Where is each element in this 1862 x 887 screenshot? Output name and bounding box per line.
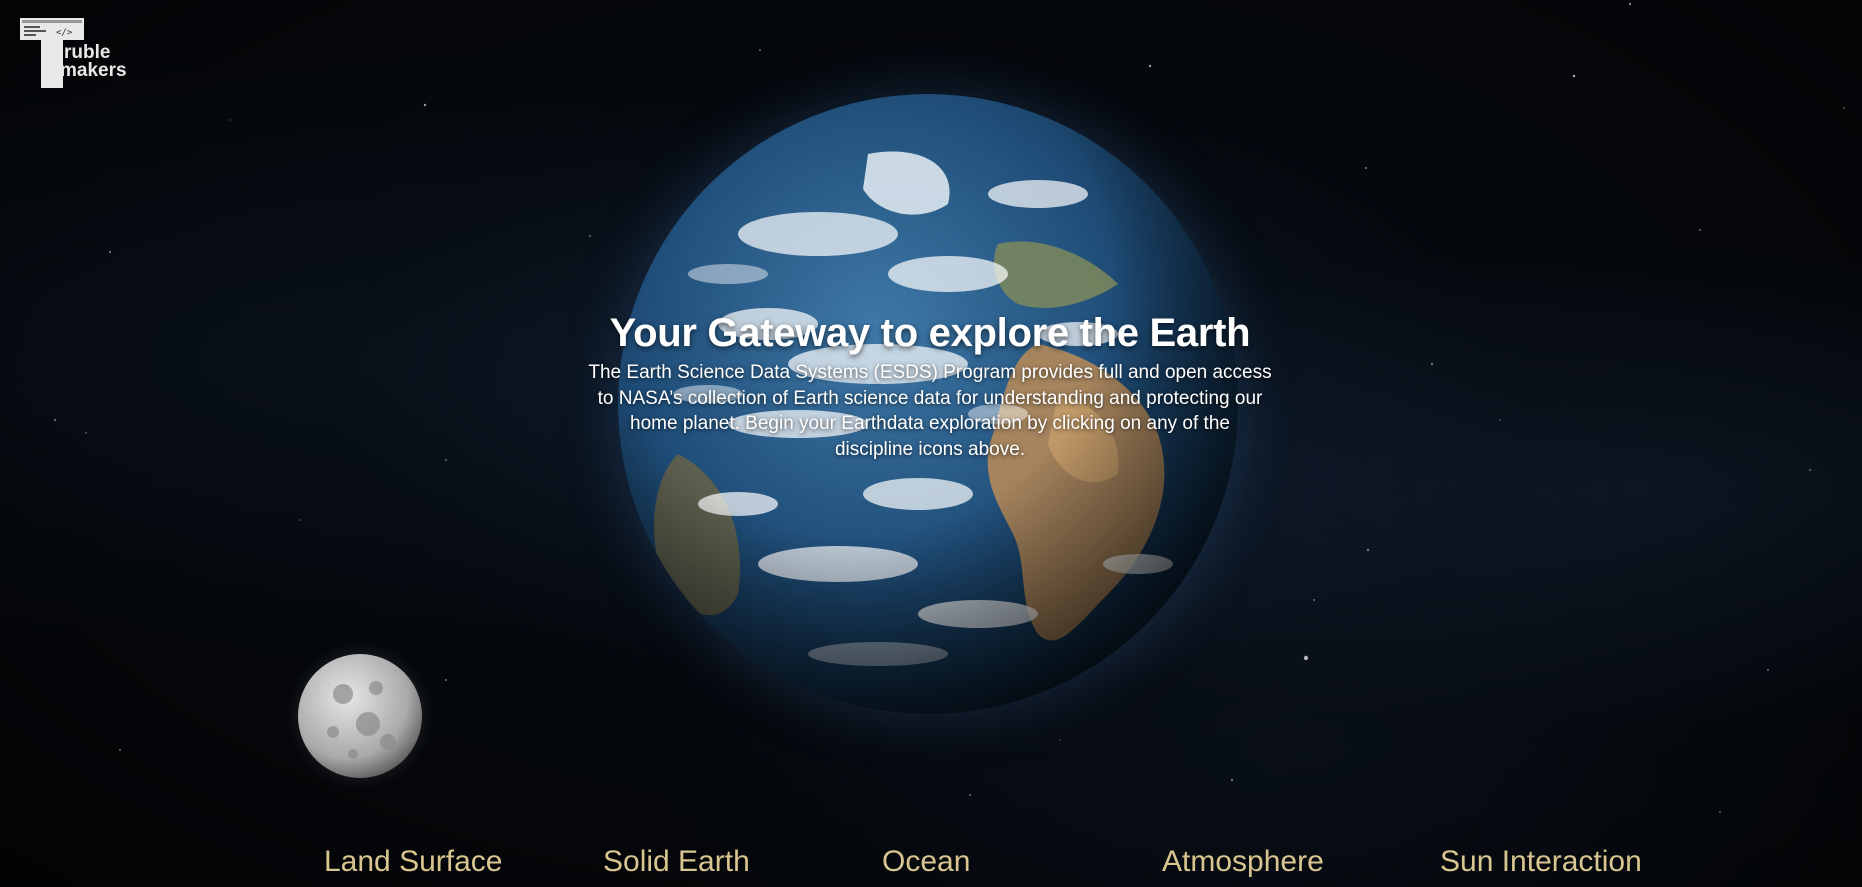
- hero-description: The Earth Science Data Systems (ESDS) Pr…: [560, 360, 1300, 462]
- hero-section: Your Gateway to explore the Earth The Ea…: [560, 306, 1300, 462]
- hero-description-line: discipline icons above.: [834, 438, 1026, 460]
- hero-description-line: to NASA’s collection of Earth science da…: [597, 387, 1263, 409]
- discipline-link-solid-earth[interactable]: Solid Earth: [603, 842, 750, 882]
- hero-description-line: home planet. Begin your Earthdata explor…: [630, 413, 1230, 434]
- moon-image: [298, 654, 422, 778]
- discipline-link-land-surface[interactable]: Land Surface: [324, 842, 502, 882]
- hero-description-line: The Earth Science Data Systems (ESDS) Pr…: [588, 362, 1272, 383]
- discipline-link-atmosphere[interactable]: Atmosphere: [1162, 842, 1324, 882]
- svg-text:</>: </>: [56, 28, 73, 38]
- logo-mark: </> ruble makers: [20, 18, 127, 88]
- discipline-link-ocean[interactable]: Ocean: [882, 842, 970, 882]
- logo-text-line2: makers: [60, 60, 127, 81]
- discipline-nav: Land Surface Solid Earth Ocean Atmospher…: [0, 842, 1862, 887]
- discipline-link-sun-interaction[interactable]: Sun Interaction: [1440, 842, 1642, 882]
- troublemakers-logo[interactable]: </> ruble makers: [20, 18, 180, 88]
- hero-title: Your Gateway to explore the Earth: [609, 311, 1251, 355]
